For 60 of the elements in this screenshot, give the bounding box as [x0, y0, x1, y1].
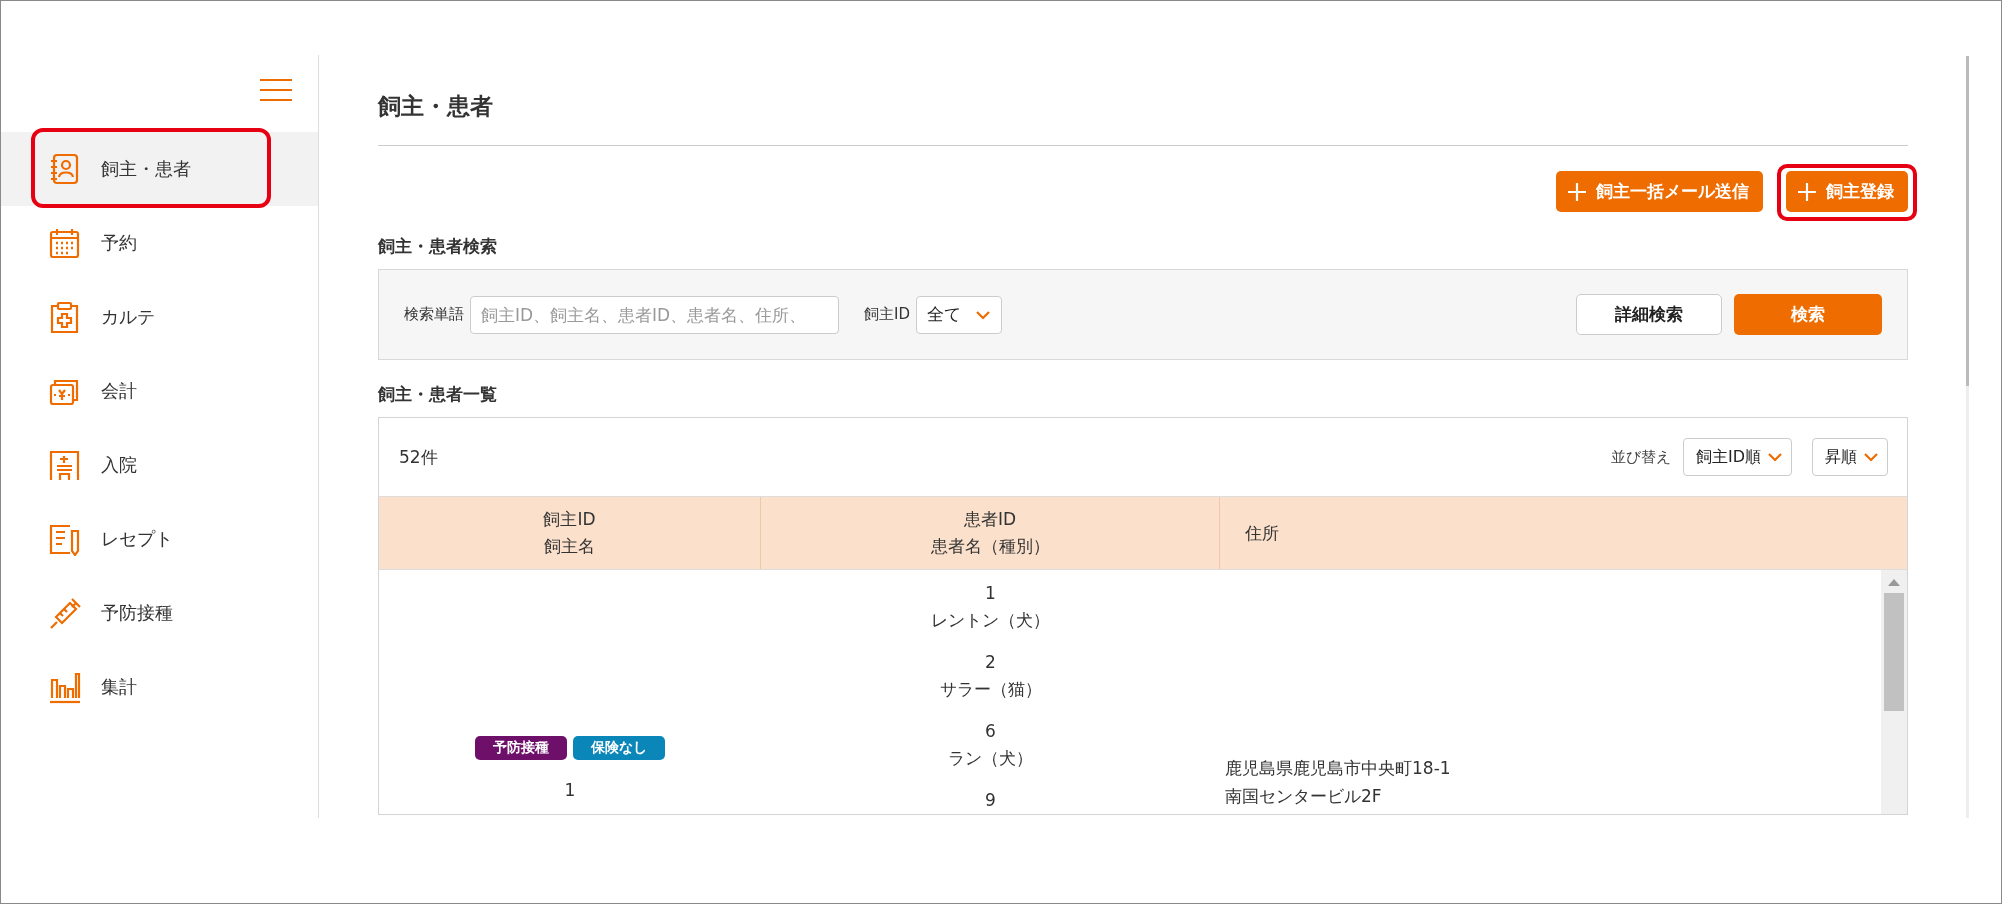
patient-id: 6: [985, 720, 996, 743]
sidebar-item[interactable]: 予防接種: [1, 576, 318, 650]
table-cell: 1: [564, 780, 576, 800]
result-count: 52件: [399, 445, 438, 469]
section-heading: 飼主・患者検索: [378, 235, 498, 258]
sidebar-item-label: カルテ: [101, 305, 155, 329]
chevron-down-icon: [1863, 451, 1879, 463]
field-label: 検索単語: [404, 305, 464, 324]
sidebar-item-label: 会計: [101, 379, 137, 403]
hospital-door-icon: [48, 448, 81, 482]
tag: 保険なし: [573, 736, 665, 760]
sort-order-dropdown[interactable]: 昇順: [1812, 438, 1888, 476]
calendar-icon: [48, 226, 81, 260]
sidebar-item[interactable]: レセプト: [1, 502, 318, 576]
scroll-up-icon: [1887, 578, 1901, 587]
scrollbar[interactable]: [1881, 570, 1907, 814]
sidebar-item[interactable]: 入院: [1, 428, 318, 502]
page-title: 飼主・患者: [378, 91, 1908, 146]
sidebar-item-label: 飼主・患者: [101, 157, 191, 181]
sidebar-item-label: 集計: [101, 675, 137, 699]
column-header: 住所: [1245, 521, 1279, 545]
field-label: 飼主ID: [864, 305, 910, 324]
column-header: 飼主ID: [543, 508, 596, 531]
sidebar-item[interactable]: カルテ: [1, 280, 318, 354]
document-pen-icon: [48, 522, 81, 556]
address-book-icon: [48, 152, 81, 186]
address-line: 南国センタービル2F: [1225, 785, 1383, 808]
menu-icon: [260, 77, 292, 103]
syringe-icon: [48, 596, 81, 630]
sidebar-item-label: 予約: [101, 231, 137, 255]
patient-name: ラン（犬）: [948, 747, 1033, 770]
patient-id: 2: [985, 651, 996, 674]
patient-id: 1: [985, 582, 996, 605]
plus-icon: [1568, 182, 1586, 201]
section-heading: 飼主・患者一覧: [378, 383, 498, 406]
patient-name: サラー（猫）: [939, 678, 1042, 701]
sidebar-item-label: レセプト: [101, 527, 173, 551]
plus-icon: [1798, 182, 1816, 201]
sidebar-item[interactable]: 集計: [1, 650, 318, 724]
chevron-down-icon: [1767, 451, 1783, 463]
sort-field-dropdown[interactable]: 飼主ID順: [1682, 438, 1792, 476]
page-scrollbar[interactable]: [1966, 56, 1969, 386]
keyword-input[interactable]: 飼主ID、飼主名、患者ID、患者名、住所、: [470, 295, 839, 334]
tag: 予防接種: [475, 736, 567, 760]
sidebar-item[interactable]: 会計: [1, 354, 318, 428]
column-header: 患者ID: [963, 508, 1017, 531]
chevron-down-icon: [975, 308, 991, 321]
column-header: 患者名（種別）: [930, 535, 1050, 558]
clipboard-cross-icon: [48, 300, 81, 334]
sidebar-item[interactable]: 予約: [1, 206, 318, 280]
bar-chart-icon: [48, 670, 81, 704]
patient-name: レントン（犬）: [931, 609, 1050, 632]
detail-search-button[interactable]: 詳細検索: [1576, 294, 1722, 335]
sidebar-item-label: 予防接種: [101, 601, 173, 625]
sidebar-item-label: 入院: [101, 453, 137, 477]
address-line: 鹿児島県鹿児島市中央町18-1: [1225, 757, 1452, 780]
owner-id-dropdown[interactable]: 全て: [916, 295, 1002, 334]
patient-id: 9: [985, 789, 996, 812]
sort-label: 並び替え: [1610, 447, 1671, 467]
column-header: 飼主名: [544, 535, 595, 558]
